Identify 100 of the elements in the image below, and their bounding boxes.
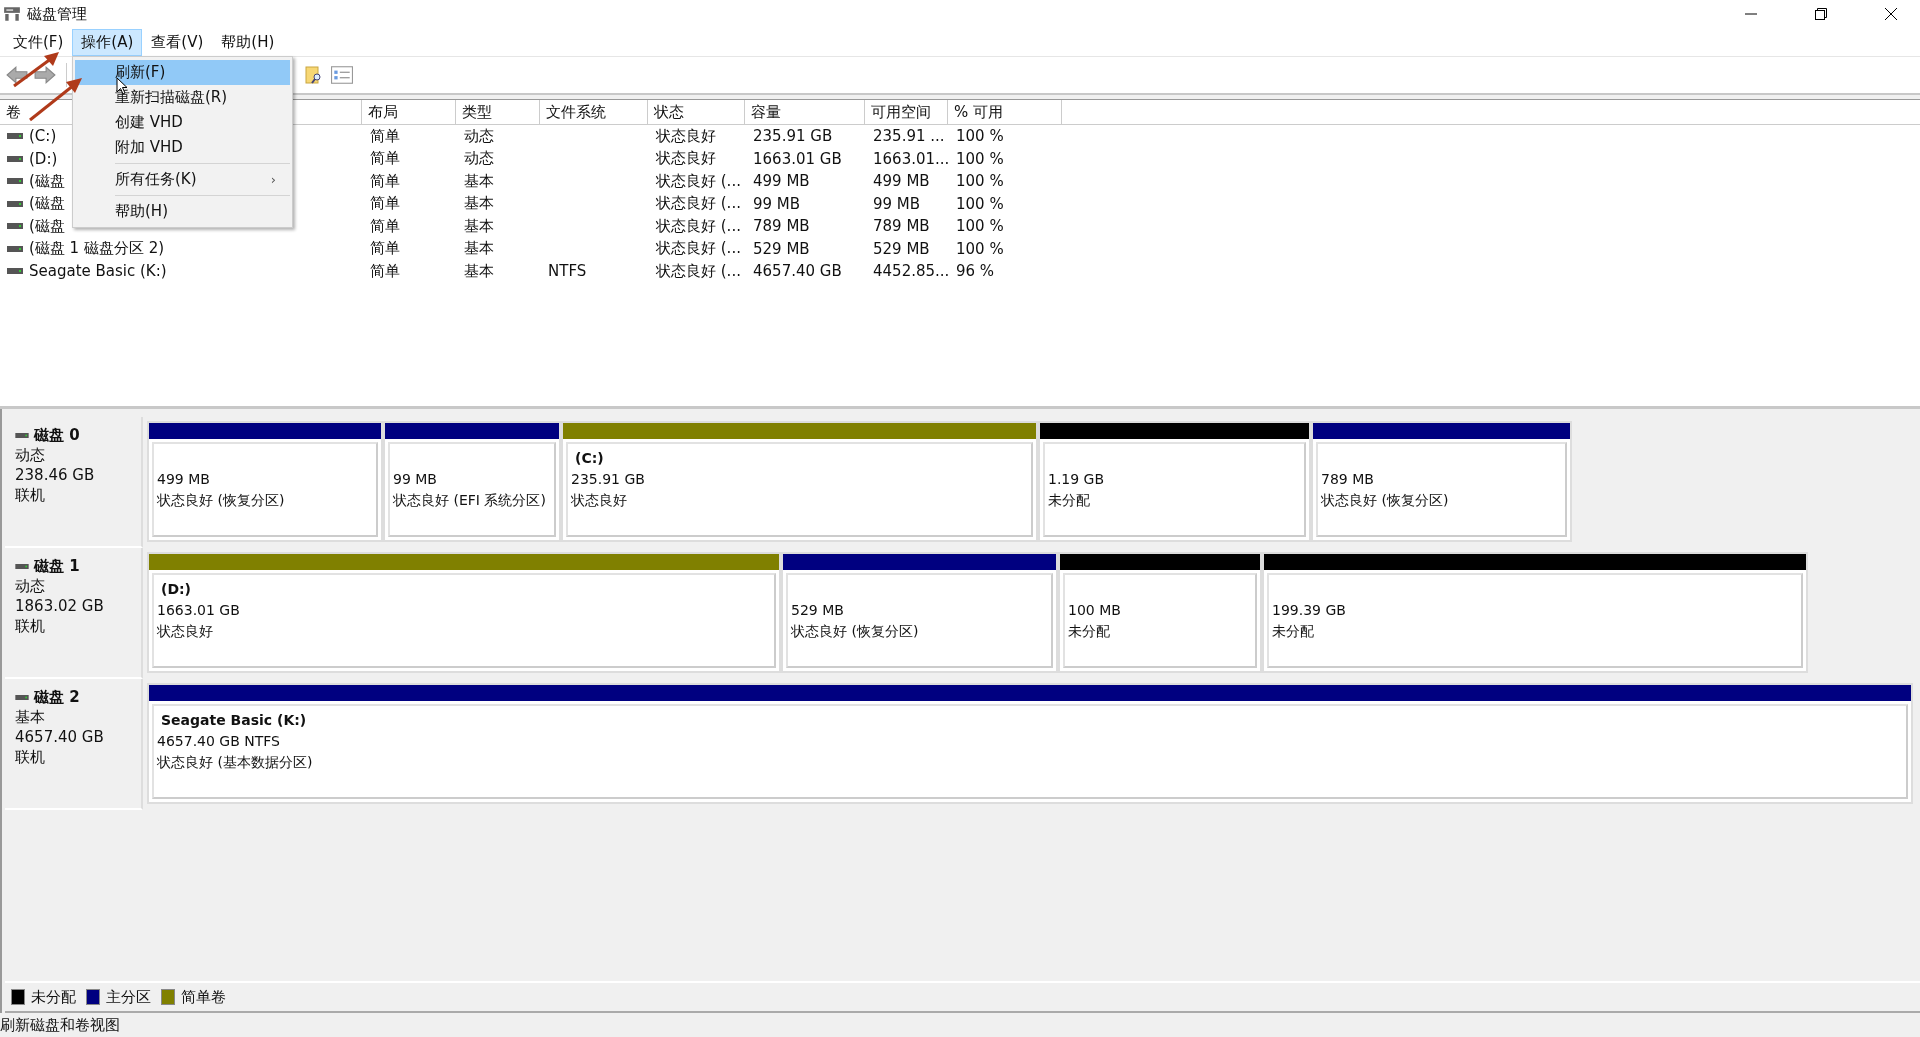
- table-cell: 基本: [464, 171, 494, 190]
- menu-item[interactable]: 帮助(H): [212, 28, 284, 56]
- partition-status: 状态良好: [157, 622, 214, 641]
- menu-option[interactable]: 帮助(H): [75, 199, 290, 224]
- column-header[interactable]: 布局: [362, 100, 456, 124]
- window-title: 磁盘管理: [27, 4, 87, 24]
- menu-option[interactable]: 附加 VHD: [75, 135, 290, 160]
- forward-arrow-icon[interactable]: [34, 66, 56, 84]
- menu-option[interactable]: 刷新(F): [75, 60, 290, 85]
- table-cell: 基本: [464, 261, 494, 280]
- disk-status: 联机: [15, 747, 46, 767]
- disk-size: 1863.02 GB: [15, 596, 105, 616]
- partition-size: 235.91 GB: [571, 470, 646, 489]
- table-cell: 235.91 GB: [753, 127, 833, 146]
- disk-name: 磁盘 0: [34, 425, 80, 445]
- partition-block[interactable]: (C:) 235.91 GB 状态良好: [566, 442, 1033, 537]
- table-cell: 基本: [464, 239, 494, 258]
- restore-icon[interactable]: [1815, 8, 1827, 20]
- menu-item[interactable]: 操作(A): [72, 28, 143, 56]
- table-cell: (C:): [29, 127, 57, 146]
- partition-block[interactable]: 1.19 GB 未分配: [1043, 442, 1306, 537]
- menu-item[interactable]: 查看(V): [142, 28, 213, 56]
- close-icon[interactable]: [1885, 8, 1897, 20]
- properties-icon[interactable]: [331, 66, 353, 84]
- disk-type: 动态: [15, 576, 46, 596]
- drive-icon: [7, 133, 23, 140]
- table-cell: 99 MB: [753, 194, 801, 213]
- column-header[interactable]: 类型: [456, 100, 540, 124]
- legend-label: 主分区: [106, 987, 151, 1007]
- table-cell: 动态: [464, 126, 494, 145]
- table-cell: 100 %: [956, 194, 1004, 213]
- table-cell: 529 MB: [753, 239, 810, 258]
- table-cell: 235.91 ...: [873, 127, 945, 146]
- disk-name: 磁盘 1: [34, 556, 80, 576]
- back-arrow-icon[interactable]: [6, 66, 28, 84]
- drive-icon: [7, 268, 23, 275]
- menu-item[interactable]: 文件(F): [4, 28, 73, 56]
- column-header[interactable]: % 可用: [948, 100, 1062, 124]
- table-cell: 状态良好 (...: [656, 194, 741, 213]
- partition-status: 状态良好 (恢复分区): [157, 491, 286, 510]
- table-cell: (磁盘: [29, 194, 65, 214]
- partition-name: Seagate Basic (K:): [160, 711, 308, 730]
- table-cell: 状态良好 (...: [656, 216, 741, 235]
- table-cell: (D:): [29, 149, 58, 168]
- column-header[interactable]: 状态: [648, 100, 745, 124]
- table-cell: 100 %: [956, 127, 1004, 146]
- partition-block[interactable]: 99 MB 状态良好 (EFI 系统分区): [388, 442, 556, 537]
- table-cell: 100 %: [956, 239, 1004, 258]
- table-cell: (磁盘: [29, 171, 65, 191]
- table-cell: NTFS: [548, 262, 587, 281]
- submenu-arrow: ›: [270, 172, 276, 187]
- partition-size: 1663.01 GB: [157, 601, 241, 620]
- drive-icon: [7, 178, 23, 185]
- partition-block[interactable]: 789 MB 状态良好 (恢复分区): [1316, 442, 1567, 537]
- disk-size: 238.46 GB: [15, 465, 96, 485]
- column-header[interactable]: 可用空间: [865, 100, 948, 124]
- partition-name: (D:): [160, 580, 193, 599]
- table-cell: 529 MB: [873, 239, 930, 258]
- drive-icon: [7, 223, 23, 230]
- table-cell: 96 %: [956, 262, 995, 281]
- partition-size: 99 MB: [393, 470, 438, 489]
- partition-status: 未分配: [1068, 622, 1111, 641]
- table-cell: 基本: [464, 216, 494, 235]
- disk-status: 联机: [15, 485, 46, 505]
- menu-option[interactable]: 所有任务(K) ›: [75, 167, 290, 192]
- partition-size: 100 MB: [1068, 601, 1122, 620]
- partition-status: 状态良好 (基本数据分区): [157, 753, 314, 772]
- partition-block[interactable]: (D:) 1663.01 GB 状态良好: [152, 573, 776, 668]
- table-cell: 状态良好 (...: [656, 261, 741, 280]
- partition-status: 状态良好: [571, 491, 628, 510]
- table-cell: 状态良好 (...: [656, 239, 741, 258]
- table-cell: 100 %: [956, 172, 1004, 191]
- partition-block[interactable]: Seagate Basic (K:) 4657.40 GB NTFS 状态良好 (基本数据分区): [152, 704, 1908, 799]
- disk-management-icon: [3, 6, 21, 22]
- table-cell: (磁盘: [29, 216, 65, 236]
- partition-block[interactable]: 199.39 GB 未分配: [1267, 573, 1803, 668]
- partition-block[interactable]: 529 MB 状态良好 (恢复分区): [786, 573, 1053, 668]
- table-cell: 789 MB: [753, 217, 810, 236]
- menu-option[interactable]: 创建 VHD: [75, 110, 290, 135]
- column-header[interactable]: 文件系统: [540, 100, 648, 124]
- table-cell: 简单: [370, 171, 400, 190]
- table-cell: 499 MB: [873, 172, 930, 191]
- disk-type: 基本: [15, 707, 46, 727]
- partition-status: 状态良好 (恢复分区): [791, 622, 920, 641]
- partition-block[interactable]: 100 MB 未分配: [1063, 573, 1257, 668]
- disk-name: 磁盘 2: [34, 687, 80, 707]
- status-text: 刷新磁盘和卷视图: [0, 1015, 120, 1035]
- partition-status: 未分配: [1048, 491, 1091, 510]
- partition-size: 199.39 GB: [1272, 601, 1347, 620]
- partition-block[interactable]: 499 MB 状态良好 (恢复分区): [152, 442, 378, 537]
- partition-size: 4657.40 GB NTFS: [157, 732, 281, 751]
- drive-icon: [7, 200, 23, 207]
- table-cell: 状态良好 (...: [656, 171, 741, 190]
- table-cell: 简单: [370, 239, 400, 258]
- table-cell: 4657.40 GB: [753, 262, 842, 281]
- table-cell: 100 %: [956, 217, 1004, 236]
- partition-size: 789 MB: [1321, 470, 1375, 489]
- column-header[interactable]: 容量: [745, 100, 865, 124]
- table-cell: 789 MB: [873, 217, 930, 236]
- table-cell: 基本: [464, 194, 494, 213]
